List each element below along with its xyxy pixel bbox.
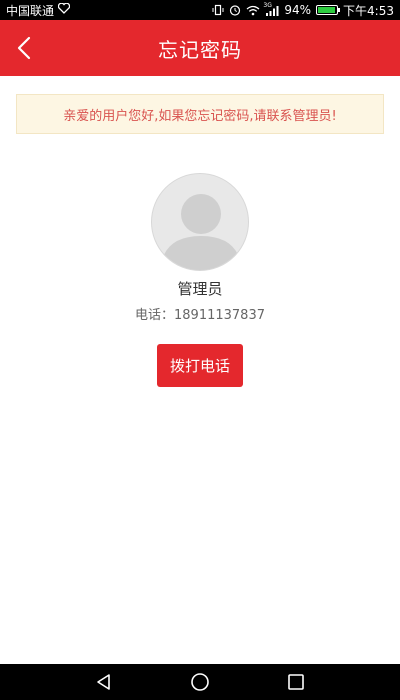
chevron-left-icon [17,36,31,60]
status-right: 3G 94% 下午4:53 [212,2,394,19]
contact-phone: 电话：18911137837 [135,308,265,323]
app-header: 忘记密码 [0,20,400,76]
nav-home-button[interactable] [187,669,213,695]
clock-label: 下午4:53 [343,3,394,18]
alarm-icon [229,4,241,16]
page-title: 忘记密码 [158,37,242,62]
avatar [151,173,249,271]
nav-back-button[interactable] [91,669,117,695]
heart-rate-icon [57,2,71,17]
status-bar: 中国联通 3G 94% 下午4:53 [0,0,400,20]
status-left: 中国联通 [6,2,71,19]
battery-icon [316,5,341,15]
network-type-label: 3G [263,1,272,9]
vibrate-icon [212,4,224,16]
default-user-avatar-icon [160,194,242,270]
wifi-icon [246,5,260,16]
notice-banner: 亲爱的用户您好,如果您忘记密码,请联系管理员! [16,94,384,134]
nav-recent-button[interactable] [283,669,309,695]
system-nav-bar [0,664,400,700]
back-button[interactable] [10,34,38,62]
notice-text: 亲爱的用户您好,如果您忘记密码,请联系管理员! [63,108,337,124]
contact-name: 管理员 [177,280,223,298]
carrier-label: 中国联通 [6,3,55,18]
call-button[interactable]: 拨打电话 [157,344,243,387]
battery-percent: 94% [284,3,312,17]
forgot-password-screen: 中国联通 3G 94% 下午4:53 忘记密码 亲爱的用户您好,如果您忘记密码,… [0,0,400,700]
triangle-back-icon [97,674,110,690]
circle-home-icon [191,673,209,691]
square-recent-icon [288,674,304,690]
signal-icon: 3G [263,1,279,16]
